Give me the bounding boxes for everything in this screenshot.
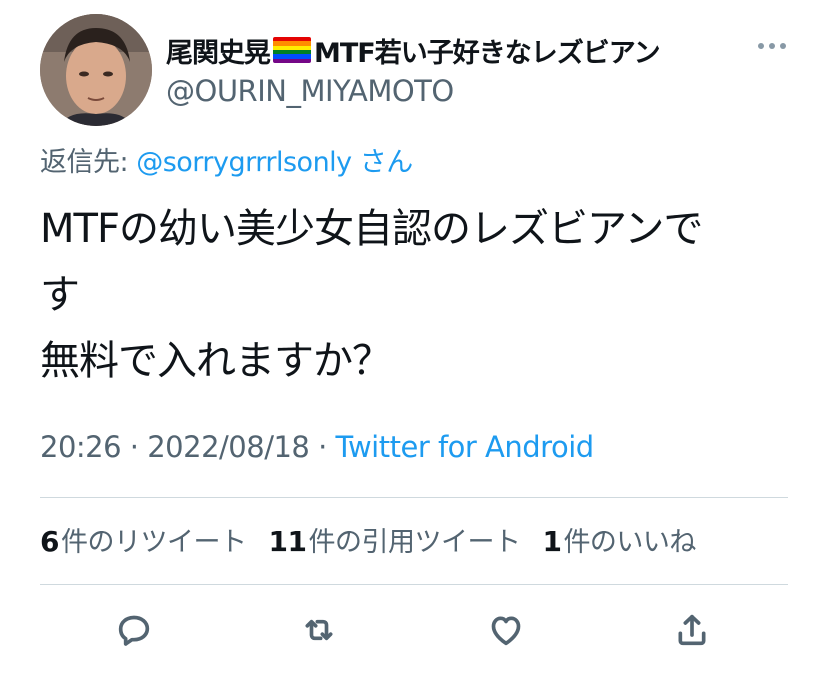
reply-suffix: さん — [359, 147, 414, 178]
display-name-part1: 尾関史晃 — [166, 37, 271, 69]
tweet-line: MTFの幼い美少女自認のレズビアンで — [40, 206, 703, 252]
like-icon[interactable] — [482, 606, 530, 654]
reply-mention-link[interactable]: @sorrygrrrlsonly — [136, 147, 352, 178]
retweets-stat[interactable]: 6件のリツイート — [40, 520, 247, 559]
quotes-label: 件の引用ツイート — [308, 527, 521, 558]
tweet-time[interactable]: 20:26 — [40, 430, 122, 464]
tweet-stats: 6件のリツイート 11件の引用ツイート 1件のいいね — [40, 520, 696, 559]
retweets-label: 件のリツイート — [60, 527, 247, 558]
tweet-meta: 20:26 · 2022/08/18 · Twitter for Android — [40, 430, 594, 464]
divider — [40, 584, 788, 585]
retweet-icon[interactable] — [295, 606, 343, 654]
action-bar — [40, 600, 788, 664]
author-display-name[interactable]: 尾関史晃 MTF若い子好きなレズビアン — [166, 30, 728, 70]
share-icon[interactable] — [668, 606, 716, 654]
meta-separator: · — [309, 430, 336, 464]
rainbow-flag-icon — [273, 37, 311, 63]
reply-icon[interactable] — [110, 606, 158, 654]
tweet-line: 無料で入れますか？ — [40, 338, 392, 384]
likes-count: 1 — [542, 525, 562, 558]
reply-to-line: 返信先: @sorrygrrrlsonly さん — [40, 140, 413, 179]
quotes-stat[interactable]: 11件の引用ツイート — [268, 520, 520, 559]
tweet-text: MTFの幼い美少女自認のレズビアンで す 無料で入れますか？ — [40, 196, 790, 394]
tweet-date[interactable]: 2022/08/18 — [147, 430, 310, 464]
tweet-source-link[interactable]: Twitter for Android — [336, 430, 595, 464]
quotes-count: 11 — [268, 525, 307, 558]
reply-prefix: 返信先: — [40, 147, 129, 178]
author-handle[interactable]: @OURIN_MIYAMOTO — [166, 74, 454, 108]
divider — [40, 497, 788, 498]
avatar[interactable] — [40, 14, 152, 126]
tweet-line: す — [40, 272, 80, 318]
retweets-count: 6 — [40, 525, 59, 558]
meta-separator: · — [121, 430, 148, 464]
more-icon[interactable] — [752, 26, 792, 66]
display-name-part2: MTF若い子好きなレズビアン — [314, 37, 661, 69]
likes-label: 件のいいね — [563, 527, 696, 558]
likes-stat[interactable]: 1件のいいね — [542, 520, 696, 559]
avatar-image — [40, 14, 152, 126]
